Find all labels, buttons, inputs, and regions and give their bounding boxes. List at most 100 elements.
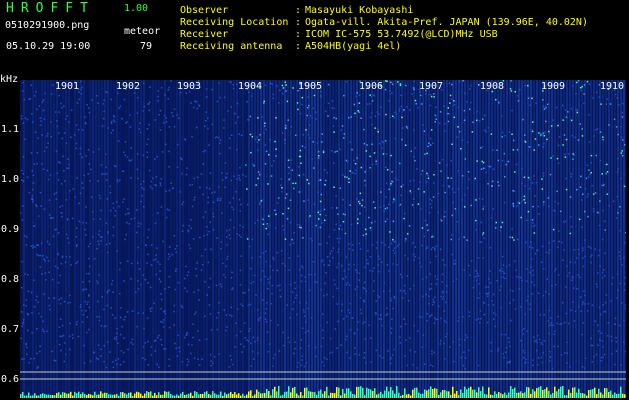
spectrogram-speck xyxy=(565,220,567,223)
spectrogram-speck xyxy=(204,315,206,318)
spectrogram-speck xyxy=(192,238,195,240)
spectrogram-speck xyxy=(59,335,61,338)
spectrogram-speck xyxy=(618,324,621,327)
spectrogram-speck xyxy=(430,206,433,209)
spectrogram-speck xyxy=(566,265,568,267)
spectrogram-speck xyxy=(190,219,192,221)
spectrogram-speck xyxy=(246,188,248,190)
spectrogram-speck xyxy=(575,81,578,84)
spectrogram-speck xyxy=(31,170,33,172)
spectrogram-speck xyxy=(75,142,78,145)
spectrogram-speck xyxy=(400,325,402,328)
spectrogram-speck xyxy=(190,102,192,104)
spectrogram-speck xyxy=(64,261,67,264)
spectrogram-speck xyxy=(379,206,382,208)
spectrogram-speck xyxy=(381,261,383,263)
spectrogram-speck xyxy=(153,302,155,305)
spectrogram-speck xyxy=(540,356,543,359)
signal-trace-bar xyxy=(302,395,304,398)
spectrogram-speck xyxy=(369,116,372,118)
spectrogram-speck xyxy=(425,181,428,183)
spectrogram-speck xyxy=(262,270,264,272)
spectrogram-speck xyxy=(157,99,159,102)
spectrogram-speck xyxy=(442,295,445,298)
spectrogram-speck xyxy=(116,332,118,335)
spectrogram-speck xyxy=(228,366,231,368)
spectrogram-speck xyxy=(520,306,522,308)
signal-trace-bar xyxy=(190,392,192,398)
spectrogram-speck xyxy=(514,91,516,93)
spectrogram-speck xyxy=(345,276,347,278)
spectrogram-speck xyxy=(348,248,351,250)
spectrogram-speck xyxy=(226,255,229,258)
spectrogram-speck xyxy=(72,188,74,190)
signal-trace-bar xyxy=(534,391,536,398)
spectrogram-speck xyxy=(500,285,502,288)
spectrogram-speck xyxy=(148,169,151,172)
spectrogram-speck xyxy=(280,250,283,252)
spectrogram-speck xyxy=(314,281,316,283)
spectrogram-speck xyxy=(349,141,351,144)
signal-trace-bar xyxy=(42,393,44,398)
spectrogram-speck xyxy=(33,225,36,227)
spectrogram-speck xyxy=(241,351,243,353)
spectrogram-speck xyxy=(308,182,310,185)
signal-trace-bar xyxy=(98,394,100,398)
spectrogram-speck xyxy=(116,179,119,181)
spectrogram-streak xyxy=(437,80,439,398)
spectrogram-speck xyxy=(433,182,435,184)
spectrogram-speck xyxy=(300,274,303,277)
spectrogram-speck xyxy=(143,188,145,190)
signal-trace-bar xyxy=(142,395,144,398)
spectrogram-speck xyxy=(71,334,74,336)
spectrogram-speck xyxy=(124,316,126,318)
spectrogram-speck xyxy=(214,136,217,139)
spectrogram-speck xyxy=(542,268,545,270)
spectrogram-speck xyxy=(88,294,90,296)
spectrogram-speck xyxy=(26,236,28,238)
spectrogram-speck xyxy=(400,273,402,276)
spectrogram-speck xyxy=(365,362,367,364)
signal-trace-bar xyxy=(462,393,464,398)
spectrogram-speck xyxy=(385,182,388,185)
spectrogram-speck xyxy=(400,94,402,97)
spectrogram-speck xyxy=(257,352,259,354)
spectrogram-speck xyxy=(191,344,193,346)
spectrogram-speck xyxy=(545,251,548,254)
spectrogram-speck xyxy=(146,143,148,146)
date-time: 05.10.29 19:00 xyxy=(6,41,91,52)
spectrogram-speck xyxy=(146,262,148,264)
spectrogram-streak xyxy=(569,80,571,398)
spectrogram-speck xyxy=(536,334,539,337)
spectrogram-speck xyxy=(474,177,476,180)
spectrogram-speck xyxy=(324,184,326,186)
spectrogram-speck xyxy=(472,121,474,123)
spectrogram-speck xyxy=(50,93,53,95)
spectrogram-speck xyxy=(44,259,46,262)
spectrogram-speck xyxy=(356,222,359,225)
spectrogram-speck xyxy=(155,273,157,276)
signal-trace-bar xyxy=(304,387,306,398)
spectrogram-speck xyxy=(332,295,334,298)
spectrogram-speck xyxy=(521,329,524,332)
spectrogram-speck xyxy=(403,290,405,292)
spectrogram-speck xyxy=(27,329,29,332)
spectrogram-speck xyxy=(271,293,273,295)
spectrogram-speck xyxy=(147,138,149,140)
spectrogram-speck xyxy=(249,133,252,136)
spectrogram-speck xyxy=(301,103,303,106)
spectrogram-speck xyxy=(340,344,342,346)
spectrogram-speck xyxy=(366,259,368,261)
spectrogram-speck xyxy=(582,301,584,303)
signal-trace-bar xyxy=(284,391,286,398)
spectrogram-speck xyxy=(457,126,459,128)
spectrogram-speck xyxy=(553,345,555,348)
signal-trace-bar xyxy=(180,393,182,398)
spectrogram-speck xyxy=(103,345,105,347)
spectrogram-speck xyxy=(288,172,290,174)
spectrogram-speck xyxy=(337,320,339,323)
spectrogram-speck xyxy=(458,344,461,346)
signal-trace-bar xyxy=(220,391,222,398)
spectrogram-speck xyxy=(464,368,466,370)
spectrogram-speck xyxy=(518,202,521,204)
